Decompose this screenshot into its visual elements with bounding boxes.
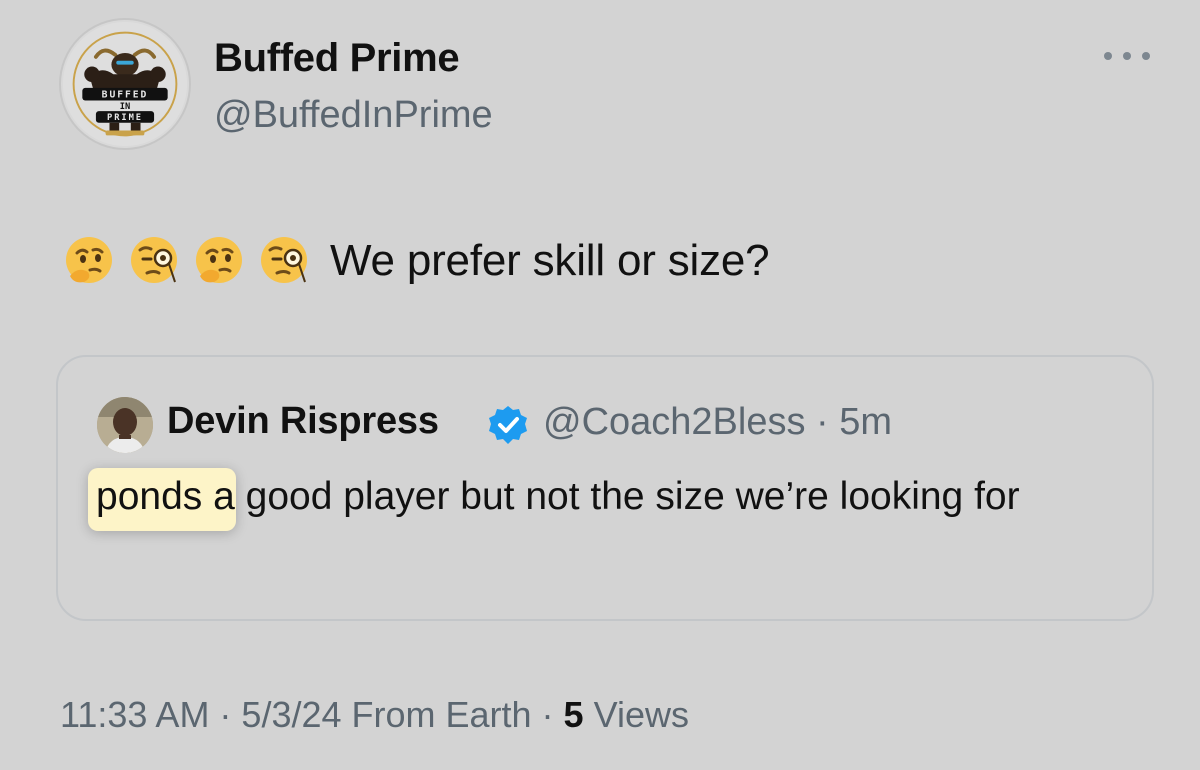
timestamp-source[interactable]: 11:33 AM · 5/3/24 From Earth · [60,694,564,735]
tweet-metadata: 11:33 AM · 5/3/24 From Earth · 5 Views [60,694,689,736]
quoted-tweet-text: ponds a good player but not the size we’… [96,469,1136,524]
svg-text:IN: IN [120,102,131,112]
dot [1123,52,1131,60]
person-photo-icon [97,397,153,453]
views-count: 5 [563,694,584,735]
bull-logo-icon: BUFFED IN PRIME [62,21,188,147]
dot [1104,52,1112,60]
svg-text:PRIME: PRIME [107,113,143,123]
dot [1142,52,1150,60]
quoted-handle-time[interactable]: @Coach2Bless · 5m [543,401,892,444]
quoted-tweet-card[interactable]: Devin Rispress @Coach2Bless · 5m ponds a… [56,355,1154,621]
quoted-author-avatar[interactable] [97,397,153,453]
quoted-text-rest: a good player but not the size we’re loo… [202,475,1020,518]
tweet-view: BUFFED IN PRIME Buffed Prime @BuffedInPr… [0,0,1200,770]
thinking-face-icon [192,234,246,288]
verified-badge-icon [487,404,529,446]
face-with-monocle-icon [127,234,181,288]
author-avatar[interactable]: BUFFED IN PRIME [59,18,191,150]
quoted-author-name[interactable]: Devin Rispress [167,400,439,443]
highlighted-word[interactable]: ponds [96,475,202,518]
thinking-face-icon [62,234,116,288]
face-with-monocle-icon [257,234,311,288]
svg-text:BUFFED: BUFFED [102,90,149,101]
author-handle[interactable]: @BuffedInPrime [214,94,493,137]
author-name[interactable]: Buffed Prime [214,36,460,81]
views-label: Views [583,694,689,735]
tweet-text: We prefer skill or size? [330,236,770,285]
tweet-text-row: We prefer skill or size? [62,226,770,296]
more-options-icon[interactable] [1104,46,1150,66]
